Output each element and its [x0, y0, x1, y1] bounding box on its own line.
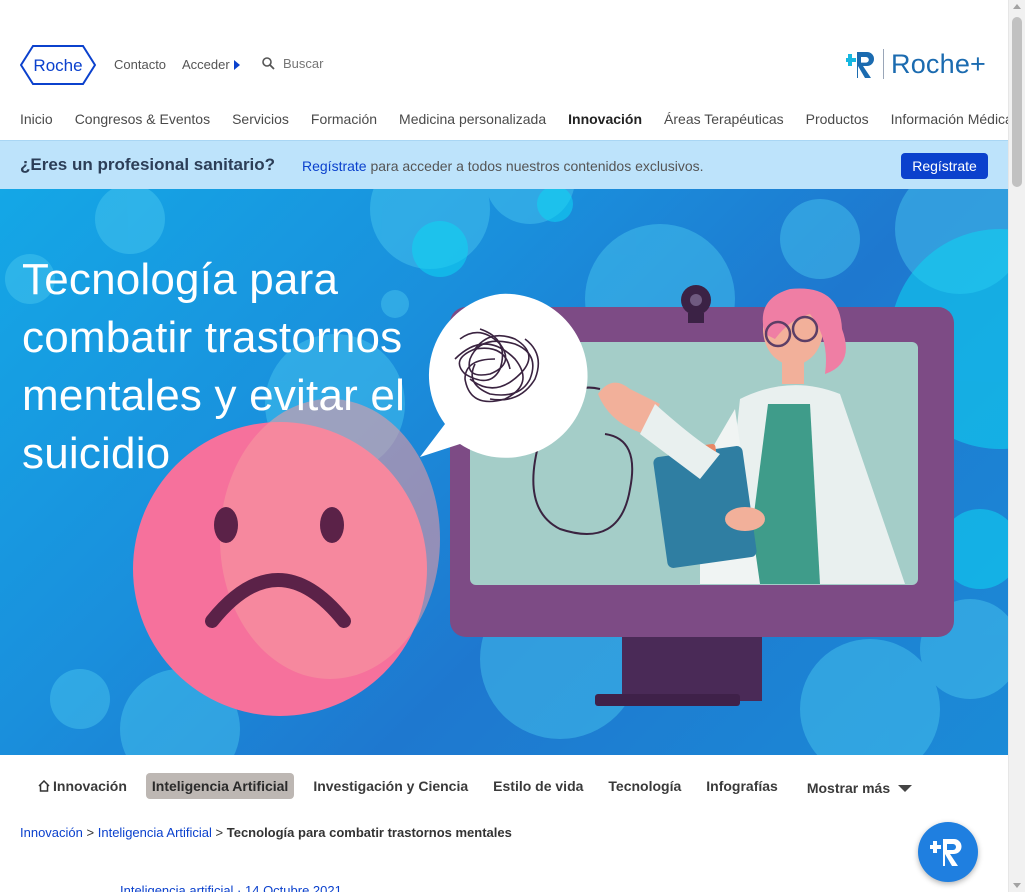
rocheplus-mark-icon [846, 52, 874, 78]
register-button[interactable]: Regístrate [901, 153, 988, 179]
nav-item-congresos[interactable]: Congresos & Eventos [75, 111, 210, 127]
roche-logo[interactable]: Roche [20, 45, 96, 85]
nav-item-formacion[interactable]: Formación [311, 111, 377, 127]
article-meta[interactable]: Inteligencia artificial · 14 Octubre 202… [120, 883, 342, 892]
hcp-question: ¿Eres un profesional sanitario? [20, 155, 276, 174]
caret-down-icon [898, 784, 913, 792]
rocheplus-chat-button[interactable] [918, 822, 978, 882]
nav-item-servicios[interactable]: Servicios [232, 111, 289, 127]
hcp-message-text: para acceder a todos nuestros contenidos… [366, 158, 704, 174]
site-header: Roche Contacto Acceder Roche+ Inicio [0, 0, 1008, 140]
search-input[interactable] [283, 56, 373, 71]
caret-right-icon [233, 60, 240, 70]
scroll-down-icon[interactable] [1013, 883, 1021, 888]
category-infografias[interactable]: Infografías [700, 773, 784, 799]
vertical-scrollbar[interactable] [1008, 0, 1025, 892]
page: Roche Contacto Acceder Roche+ Inicio [0, 0, 1008, 892]
category-nav: Innovación Inteligencia Artificial Inves… [32, 773, 913, 799]
category-label: Innovación [53, 778, 127, 794]
category-estilo-de-vida[interactable]: Estilo de vida [487, 773, 589, 799]
breadcrumb-inteligencia-artificial[interactable]: Inteligencia Artificial [98, 825, 212, 840]
breadcrumb-current: Tecnología para combatir trastornos ment… [226, 825, 512, 840]
rocheplus-logo[interactable]: Roche+ [846, 48, 986, 80]
scroll-up-icon[interactable] [1013, 4, 1021, 9]
show-more-label: Mostrar más [806, 780, 891, 796]
hero-banner: Tecnología para combatir trastornos ment… [0, 189, 1008, 755]
speech-bubble [420, 293, 588, 458]
category-inteligencia-artificial[interactable]: Inteligencia Artificial [145, 773, 295, 799]
hcp-message: Regístrate para acceder a todos nuestros… [302, 158, 704, 174]
login-label: Acceder [182, 57, 230, 72]
breadcrumb-separator: > [215, 825, 224, 840]
roche-logo-text: Roche [33, 56, 82, 75]
scrollbar-thumb[interactable] [1012, 17, 1022, 187]
rocheplus-text: Roche+ [891, 48, 987, 79]
breadcrumb-innovacion[interactable]: Innovación [20, 825, 83, 840]
nav-item-innovacion[interactable]: Innovación [568, 111, 642, 127]
nav-item-areas-terapeuticas[interactable]: Áreas Terapéuticas [664, 111, 784, 127]
nav-item-inicio[interactable]: Inicio [20, 111, 53, 127]
nav-item-productos[interactable]: Productos [806, 111, 869, 127]
nav-item-informacion-medica[interactable]: Información Médica [891, 111, 1008, 127]
contact-link[interactable]: Contacto [114, 57, 166, 72]
hero-title: Tecnología para combatir trastornos ment… [22, 255, 406, 478]
rocheplus-divider [883, 49, 884, 79]
category-innovacion[interactable]: Innovación [32, 773, 133, 799]
home-icon [38, 780, 50, 792]
show-more-dropdown[interactable]: Mostrar más [806, 776, 913, 796]
login-link[interactable]: Acceder [182, 57, 240, 72]
hcp-register-banner: ¿Eres un profesional sanitario? Regístra… [0, 140, 1008, 189]
nav-item-medicina-personalizada[interactable]: Medicina personalizada [399, 111, 546, 127]
search-icon [262, 57, 275, 70]
category-tecnologia[interactable]: Tecnología [602, 773, 687, 799]
rocheplus-icon [930, 839, 962, 866]
search-box[interactable] [262, 56, 373, 71]
category-investigacion-ciencia[interactable]: Investigación y Ciencia [307, 773, 474, 799]
main-nav: Inicio Congresos & Eventos Servicios For… [20, 111, 1008, 127]
breadcrumb: Innovación > Inteligencia Artificial > T… [20, 825, 512, 840]
breadcrumb-separator: > [86, 825, 95, 840]
hcp-register-link[interactable]: Regístrate [302, 158, 367, 174]
